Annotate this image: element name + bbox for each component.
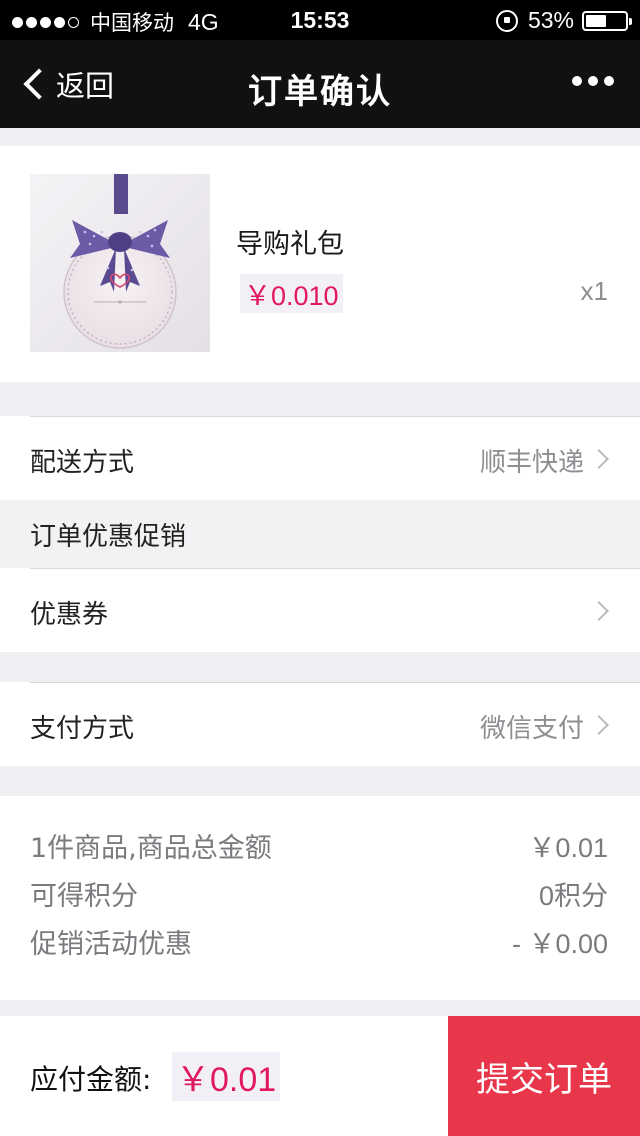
delivery-value: 顺丰快递 (479, 448, 584, 478)
more-dots-icon (572, 76, 582, 86)
promo-discount-value: - ￥0.00 (511, 929, 608, 959)
order-summary: 1件商品,商品总金额 ￥0.01 可得积分 0积分 促销活动优惠 - ￥0.00 (0, 796, 640, 1000)
items-total-value: ￥0.01 (528, 833, 608, 863)
payable-label: 应付金额: (30, 1063, 152, 1096)
product-name: 导购礼包 (236, 229, 344, 260)
promotion-section-header: 订单优惠促销 (0, 500, 640, 568)
promo-discount-label: 促销活动优惠 (30, 929, 192, 960)
delivery-row[interactable]: 配送方式 顺丰快递 (0, 416, 640, 500)
battery-fill (586, 14, 607, 27)
more-dots-icon (604, 76, 614, 86)
payment-label: 支付方式 (30, 714, 135, 744)
divider (30, 416, 640, 417)
coupon-label: 优惠券 (30, 600, 109, 630)
more-dots-icon (588, 76, 598, 86)
product-quantity: x1 (580, 276, 608, 306)
coupon-row[interactable]: 优惠券 (0, 568, 640, 652)
payable-amount: ￥0.01 (172, 1052, 281, 1101)
chevron-right-icon (589, 715, 609, 735)
chevron-right-icon (589, 601, 609, 621)
submit-order-button[interactable]: 提交订单 (448, 1016, 640, 1136)
status-bar: 中国移动 4G 15:53 53% (0, 0, 640, 40)
product-price: ￥0.010 (240, 274, 343, 313)
divider (30, 682, 640, 683)
more-button[interactable] (566, 76, 614, 86)
checkout-bar: 应付金额: ￥0.01 提交订单 (0, 1016, 640, 1136)
payment-value: 微信支付 (479, 714, 584, 744)
page-title: 订单确认 (248, 72, 392, 112)
payment-row[interactable]: 支付方式 微信支付 (0, 682, 640, 766)
battery-icon (582, 10, 632, 31)
status-right: 53% (495, 7, 632, 34)
battery-percent: 53% (527, 7, 574, 33)
product-card[interactable]: 导购礼包 ￥0.010 x1 (0, 146, 640, 382)
items-total-label: 1件商品,商品总金额 (30, 833, 272, 864)
rotation-lock-icon (495, 9, 518, 32)
points-label: 可得积分 (30, 881, 138, 912)
divider (30, 568, 640, 569)
delivery-label: 配送方式 (30, 448, 135, 478)
promotion-section-label: 订单优惠促销 (30, 522, 187, 552)
gift-tag-icon (63, 174, 177, 349)
product-image (30, 174, 210, 352)
chevron-right-icon (589, 449, 609, 469)
nav-bar: 返回 订单确认 (0, 40, 640, 128)
points-value: 0积分 (538, 881, 608, 911)
